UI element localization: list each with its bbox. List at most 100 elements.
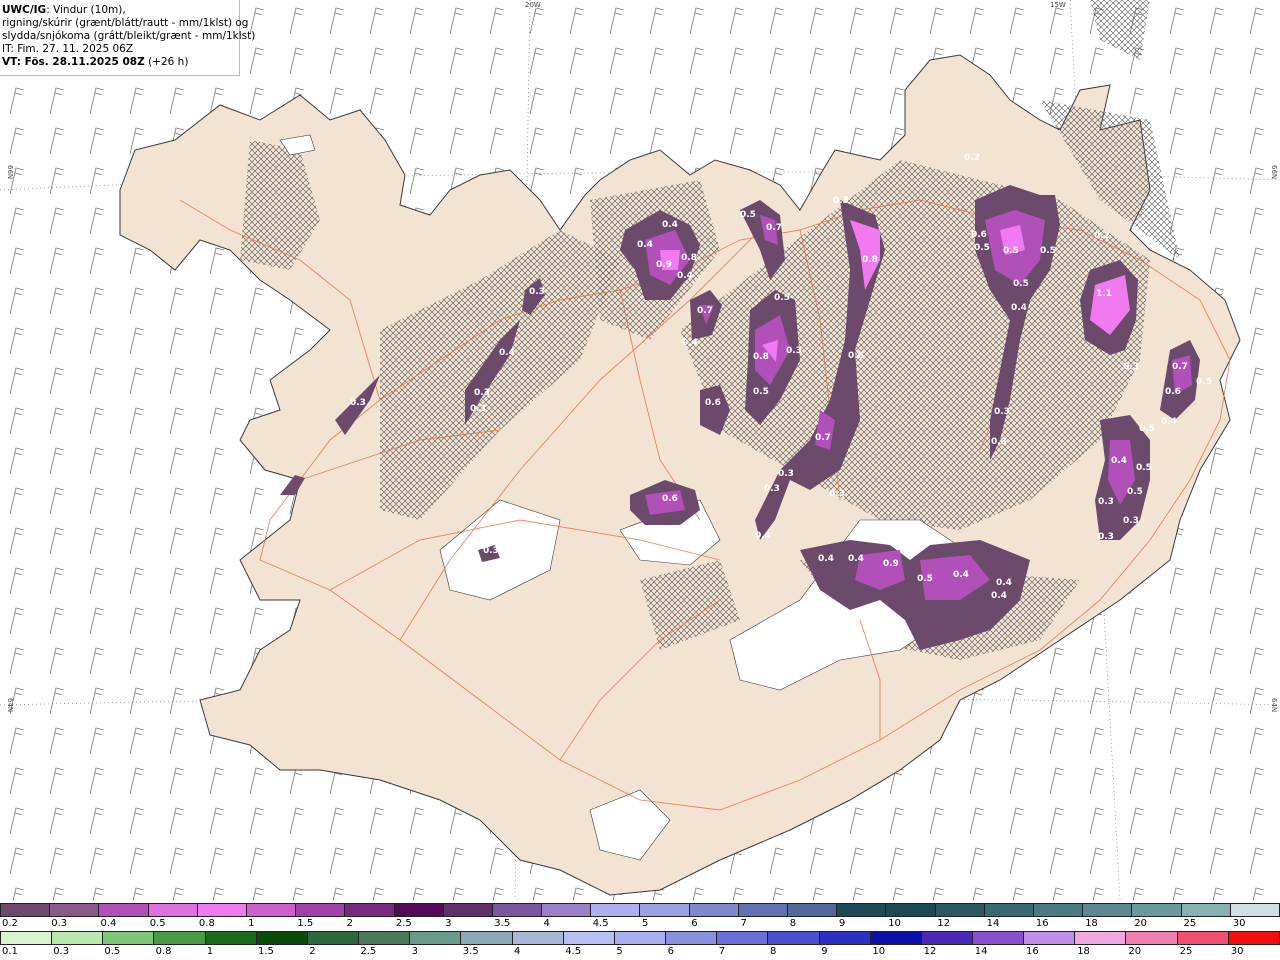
rain-scale-tick-label: 3 <box>411 946 418 957</box>
precip-label: 0.3 <box>1098 532 1114 542</box>
snow-scale-swatch <box>984 904 1034 916</box>
snow-color-scale <box>0 903 1280 917</box>
rain-scale-tick-label: 4.5 <box>565 946 582 957</box>
header-line2: rigning/skúrir (grænt/blátt/rautt - mm/1… <box>2 17 249 29</box>
rain-scale-swatch <box>461 932 513 944</box>
snow-scale-swatch <box>738 904 788 916</box>
precip-label: 0.5 <box>753 387 769 397</box>
precip-label: 0.8 <box>862 255 878 265</box>
precip-label: 0.3 <box>470 404 486 414</box>
snow-scale-swatch <box>296 904 346 916</box>
snow-scale-swatch <box>492 904 543 916</box>
rain-scale-swatch <box>1177 932 1229 944</box>
snow-scale-swatch <box>345 904 395 916</box>
snow-scale-labels: 0.2 0.3 0.4 0.5 0.8 1 1.5 2 2.5 3 3.5 4 4.5 5 6 7 8 9 10 12… <box>0 918 1280 930</box>
precip-label: 0.5 <box>917 574 933 584</box>
rain-scale-swatch <box>154 932 206 944</box>
lat-64n-left-label: 64N <box>6 698 14 712</box>
snow-scale-swatch <box>689 904 739 916</box>
precip-label: 0.6 <box>848 351 864 361</box>
snow-scale-tick-label: 8 <box>789 918 797 929</box>
rain-scale-swatch <box>256 932 308 944</box>
precip-label: 0.4 <box>991 591 1007 601</box>
rain-scale-tick-label: 7 <box>718 946 726 957</box>
precip-label: 0.8 <box>753 352 769 362</box>
rain-scale-swatch <box>819 932 871 944</box>
precip-label: 0.7 <box>1172 362 1188 372</box>
rain-scale-tick-label: 16 <box>1026 946 1039 957</box>
rain-scale-swatch <box>1126 932 1178 944</box>
rain-scale-swatch <box>410 932 462 944</box>
precip-label: 0.4 <box>996 578 1012 588</box>
snow-scale-tick-label: 0.3 <box>51 918 68 929</box>
rain-scale-tick-label: 9 <box>821 946 828 957</box>
precip-label: 0.6 <box>662 494 678 504</box>
precip-label: 0.4 <box>1111 456 1127 466</box>
precip-label: 0.4 <box>848 554 864 564</box>
precip-label: 0.2 <box>1094 231 1110 241</box>
snow-scale-swatch <box>1132 904 1182 916</box>
snow-scale-swatch <box>148 904 198 916</box>
snow-scale-tick-label: 16 <box>1035 918 1049 929</box>
precip-label: 0.4 <box>953 570 969 580</box>
map-info-box: UWC/IG: Vindur (10m), rigning/skúrir (gr… <box>0 0 256 76</box>
rain-scale-swatch <box>563 932 615 944</box>
rain-color-scale <box>0 931 1280 945</box>
header-line3: slydda/snjókoma (grátt/bleikt/grænt - mm… <box>2 30 256 42</box>
precip-label: 0.4 <box>682 338 698 348</box>
precip-label: 0.4 <box>677 271 693 281</box>
init-time: IT: Fim. 27. 11. 2025 06Z <box>2 43 134 55</box>
snow-scale-tick-label: 7 <box>740 918 747 929</box>
rain-scale-swatch <box>921 932 973 944</box>
rain-scale-tick-label: 6 <box>667 946 674 957</box>
lat-66n-right-label: 66N <box>1270 165 1278 179</box>
snow-scale-swatch <box>443 904 493 916</box>
snow-scale-swatch <box>197 904 247 916</box>
snow-scale-tick-label: 0.4 <box>100 918 117 929</box>
rain-scale-tick-label: 0.3 <box>53 946 70 957</box>
rain-scale-tick-label: 2.5 <box>360 946 377 957</box>
rain-scale-swatch <box>1 932 53 944</box>
precip-label: 0.7 <box>697 306 713 316</box>
lon-20w-label: 20W <box>525 1 541 9</box>
snow-scale-tick-label: 9 <box>838 918 846 929</box>
rain-scale-swatch <box>614 932 667 944</box>
snow-scale-swatch <box>542 904 592 916</box>
precip-label: 1.1 <box>1096 289 1112 299</box>
precip-label: 0.4 <box>1161 417 1177 427</box>
snow-scale-tick-label: 3.5 <box>494 918 511 929</box>
snow-scale-swatch <box>837 904 887 916</box>
precip-label: 0.4 <box>755 531 771 541</box>
rain-scale-tick-label: 0.5 <box>104 946 121 957</box>
rain-scale-tick-label: 1 <box>206 946 214 957</box>
precip-label: 0.5 <box>1040 246 1056 256</box>
snow-scale-tick-label: 1.5 <box>297 918 314 929</box>
snow-scale-swatch <box>591 904 641 916</box>
color-legend: 0.2 0.3 0.4 0.5 0.8 1 1.5 2 2.5 3 3.5 4 4.5 5 6 7 8 9 10 12… <box>0 900 1280 960</box>
precip-label: 0.5 <box>1136 463 1152 473</box>
lon-15w-label: 15W <box>1050 1 1066 9</box>
snow-scale-tick-label: 4.5 <box>592 918 609 929</box>
precip-label: 0.3 <box>833 196 849 206</box>
precip-label: 0.3 <box>991 437 1007 447</box>
precip-label: 0.4 <box>1011 303 1027 313</box>
precip-label: 0.9 <box>656 260 672 270</box>
rain-scale-tick-label: 10 <box>872 946 886 957</box>
snow-scale-swatch <box>1033 904 1084 916</box>
rain-scale-tick-label: 0.1 <box>2 946 18 957</box>
precip-label: 0.5 <box>1139 424 1155 434</box>
precip-label: 0.3 <box>483 546 499 556</box>
precip-label: 0.4 <box>637 240 653 250</box>
snow-scale-swatch <box>246 904 297 916</box>
snow-scale-swatch <box>394 904 444 916</box>
rain-scale-swatch <box>103 932 155 944</box>
rain-scale-tick-label: 1.5 <box>258 946 274 957</box>
rain-scale-tick-label: 0.8 <box>155 946 172 957</box>
rain-scale-swatch <box>52 932 104 944</box>
snow-scale-tick-label: 2.5 <box>395 918 412 929</box>
snow-scale-swatch <box>886 904 936 916</box>
precip-label: 0.3 <box>1123 362 1139 372</box>
snow-scale-swatch <box>640 904 690 916</box>
precip-label: 0.9 <box>883 559 899 569</box>
rain-scale-swatch <box>512 932 564 944</box>
